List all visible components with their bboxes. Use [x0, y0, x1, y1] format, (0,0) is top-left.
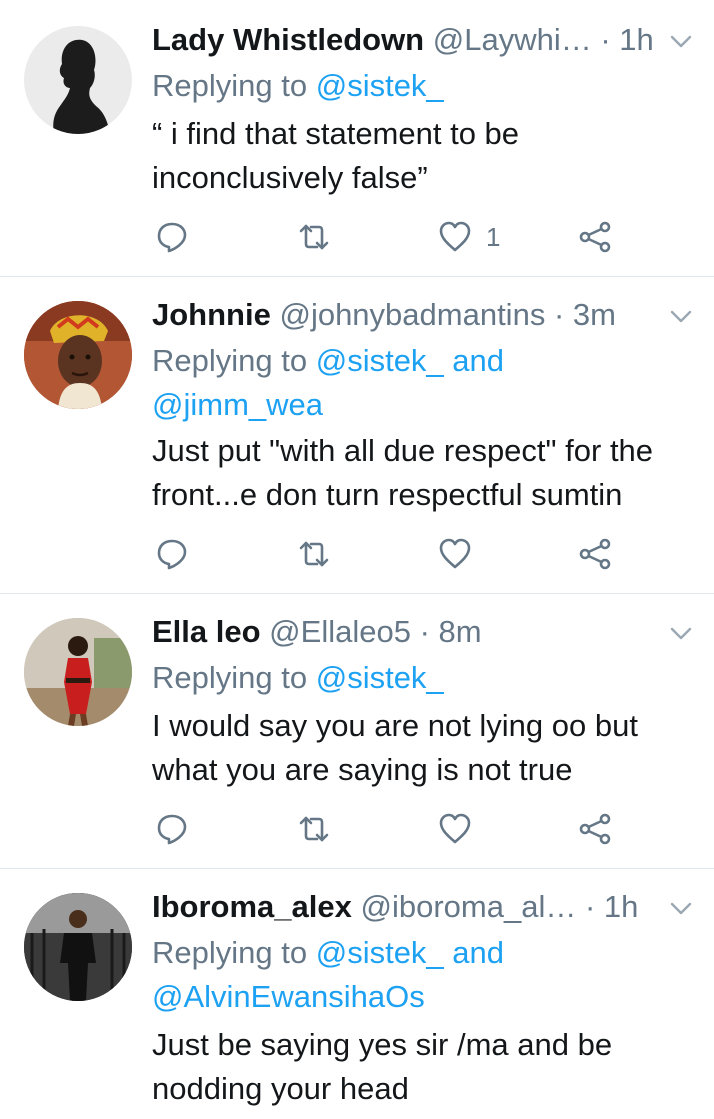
replying-label: Replying to	[152, 68, 316, 103]
replying-to: Replying to @sistek_	[152, 64, 444, 108]
text-line: I would say you are not lying oo but	[152, 708, 638, 743]
man-standing-image	[24, 893, 132, 1001]
share-icon[interactable]	[578, 812, 612, 846]
replying-to: Replying to @sistek_ and	[152, 931, 504, 975]
text-line: “ i find that statement to be	[152, 116, 520, 151]
display-name[interactable]: Lady Whistledown	[152, 22, 424, 57]
replying-label: Replying to	[152, 343, 316, 378]
tweet-text: I would say you are not lying oo but wha…	[152, 704, 692, 792]
separator-dot: ·	[419, 614, 430, 649]
text-line: Just be saying yes sir /ma and be	[152, 1027, 613, 1062]
share-icon[interactable]	[578, 220, 612, 254]
tweet[interactable]: Iboroma_alex @iboroma_al… · 1h Replying …	[0, 869, 714, 1119]
mention-link[interactable]: @AlvinEwansihaOs	[152, 975, 425, 1019]
text-line: inconclusively false”	[152, 160, 428, 195]
timestamp[interactable]: 8m	[439, 614, 482, 649]
user-handle[interactable]: @johnybadmantins	[279, 297, 545, 332]
replying-label: Replying to	[152, 660, 316, 695]
replying-to: Replying to @sistek_	[152, 656, 444, 700]
text-line: what you are saying is not true	[152, 752, 573, 787]
timestamp[interactable]: 3m	[573, 297, 616, 332]
avatar[interactable]	[24, 301, 132, 409]
tweet-header: Iboroma_alex @iboroma_al… · 1h	[152, 887, 654, 927]
timestamp[interactable]: 1h	[619, 22, 653, 57]
tweet-header: Johnnie @johnybadmantins · 3m	[152, 295, 654, 335]
text-line: Just put "with all due respect" for the	[152, 433, 654, 468]
reply-icon[interactable]	[155, 812, 189, 846]
display-name[interactable]: Iboroma_alex	[152, 889, 352, 924]
replying-conjunction: and	[443, 343, 505, 378]
replying-conjunction: and	[443, 935, 505, 970]
retweet-icon[interactable]	[297, 812, 331, 846]
heart-icon[interactable]	[438, 220, 472, 254]
avatar[interactable]	[24, 26, 132, 134]
reply-icon[interactable]	[155, 220, 189, 254]
text-line: front...e don turn respectful sumtin	[152, 477, 623, 512]
chevron-down-icon[interactable]	[666, 893, 696, 923]
share-icon[interactable]	[578, 537, 612, 571]
like-count: 1	[486, 222, 501, 252]
avatar[interactable]	[24, 893, 132, 1001]
mention-link[interactable]: @jimm_wea	[152, 383, 323, 427]
tweet-text: Just be saying yes sir /ma and be noddin…	[152, 1023, 692, 1111]
separator-dot: ·	[584, 889, 596, 924]
user-handle[interactable]: @Laywhi…	[433, 22, 592, 57]
tweet-text: “ i find that statement to be inconclusi…	[152, 112, 692, 200]
avatar[interactable]	[24, 618, 132, 726]
tweet[interactable]: Johnnie @johnybadmantins · 3m Replying t…	[0, 277, 714, 593]
separator-dot: ·	[600, 22, 611, 57]
replying-label: Replying to	[152, 935, 316, 970]
man-headwear-image	[24, 301, 132, 409]
user-handle[interactable]: @iboroma_al…	[361, 889, 577, 924]
separator-dot: ·	[553, 297, 565, 332]
text-line: nodding your head	[152, 1071, 409, 1106]
display-name[interactable]: Johnnie	[152, 297, 271, 332]
mention-link[interactable]: @sistek_	[316, 343, 444, 378]
reply-icon[interactable]	[155, 537, 189, 571]
user-handle[interactable]: @Ellaleo5	[269, 614, 411, 649]
tweet[interactable]: Lady Whistledown @Laywhi… · 1h Replying …	[0, 0, 714, 276]
replying-to: Replying to @sistek_ and	[152, 339, 504, 383]
chevron-down-icon[interactable]	[666, 26, 696, 56]
chevron-down-icon[interactable]	[666, 618, 696, 648]
tweet-header: Ella leo @Ellaleo5 · 8m	[152, 612, 654, 652]
silhouette-image	[53, 39, 110, 134]
mention-link[interactable]: @sistek_	[316, 660, 444, 695]
mention-link[interactable]: @sistek_	[316, 935, 444, 970]
retweet-icon[interactable]	[297, 537, 331, 571]
retweet-icon[interactable]	[297, 220, 331, 254]
tweet-header: Lady Whistledown @Laywhi… · 1h	[152, 20, 654, 60]
tweet-text: Just put "with all due respect" for the …	[152, 429, 692, 517]
mention-link[interactable]: @sistek_	[316, 68, 444, 103]
heart-icon[interactable]	[438, 812, 472, 846]
chevron-down-icon[interactable]	[666, 301, 696, 331]
woman-red-dress-image	[24, 618, 132, 726]
display-name[interactable]: Ella leo	[152, 614, 261, 649]
heart-icon[interactable]	[438, 537, 472, 571]
timestamp[interactable]: 1h	[604, 889, 638, 924]
tweet[interactable]: Ella leo @Ellaleo5 · 8m Replying to @sis…	[0, 594, 714, 868]
